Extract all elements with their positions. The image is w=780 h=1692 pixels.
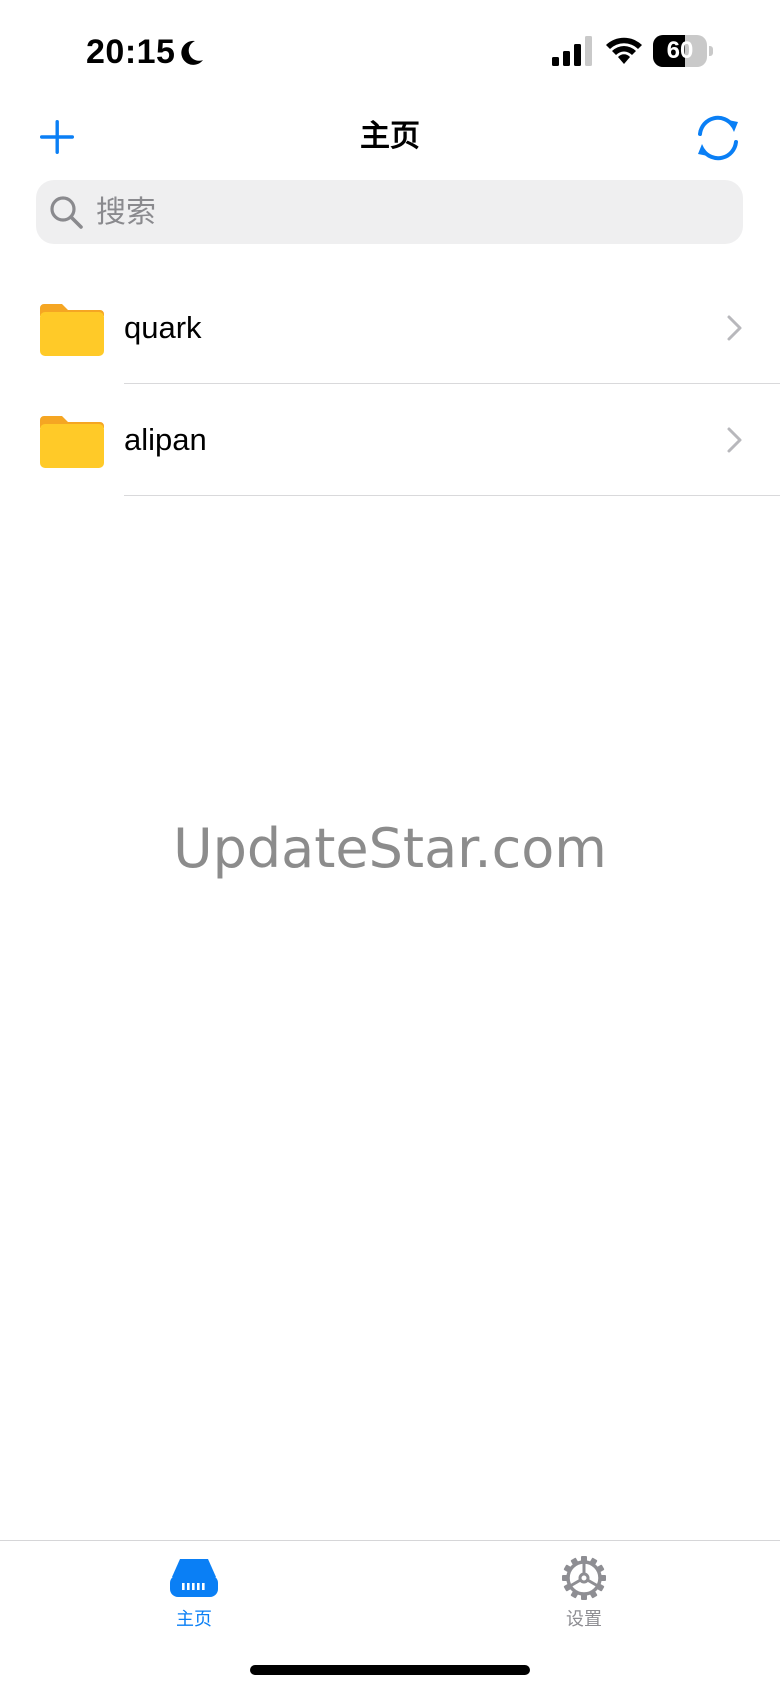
list-item-label: quark bbox=[124, 310, 202, 345]
gear-icon bbox=[562, 1556, 606, 1600]
list-item-label: alipan bbox=[124, 422, 207, 457]
list-item-quark[interactable]: quark bbox=[0, 272, 780, 384]
list-item-alipan[interactable]: alipan bbox=[0, 384, 780, 496]
tab-home[interactable]: 主页 bbox=[124, 1551, 264, 1641]
divider bbox=[124, 495, 780, 496]
signal-icon bbox=[552, 36, 592, 66]
status-bar: 20:15 60 bbox=[0, 0, 780, 100]
page-title: 主页 bbox=[360, 120, 420, 153]
chevron-right-icon bbox=[727, 427, 742, 453]
wifi-icon bbox=[606, 37, 642, 64]
watermark: UpdateStar.com bbox=[173, 817, 607, 880]
sync-button[interactable] bbox=[692, 112, 744, 164]
tab-label: 主页 bbox=[176, 1609, 212, 1630]
search-input[interactable] bbox=[92, 180, 736, 244]
add-button[interactable] bbox=[36, 116, 78, 158]
tab-label: 设置 bbox=[566, 1609, 602, 1630]
status-time: 20:15 bbox=[86, 33, 176, 71]
search-bar[interactable] bbox=[36, 180, 743, 244]
drive-icon bbox=[170, 1559, 218, 1597]
search-icon bbox=[50, 196, 83, 229]
folder-icon bbox=[40, 304, 104, 356]
tab-settings[interactable]: 设置 bbox=[514, 1551, 654, 1641]
battery-percent: 60 bbox=[666, 37, 694, 64]
folder-list: quark alipan bbox=[0, 272, 780, 496]
home-indicator bbox=[250, 1665, 530, 1675]
folder-icon bbox=[40, 416, 104, 468]
moon-icon bbox=[181, 40, 203, 65]
chevron-right-icon bbox=[727, 315, 742, 341]
battery-icon: 60 bbox=[653, 35, 713, 67]
